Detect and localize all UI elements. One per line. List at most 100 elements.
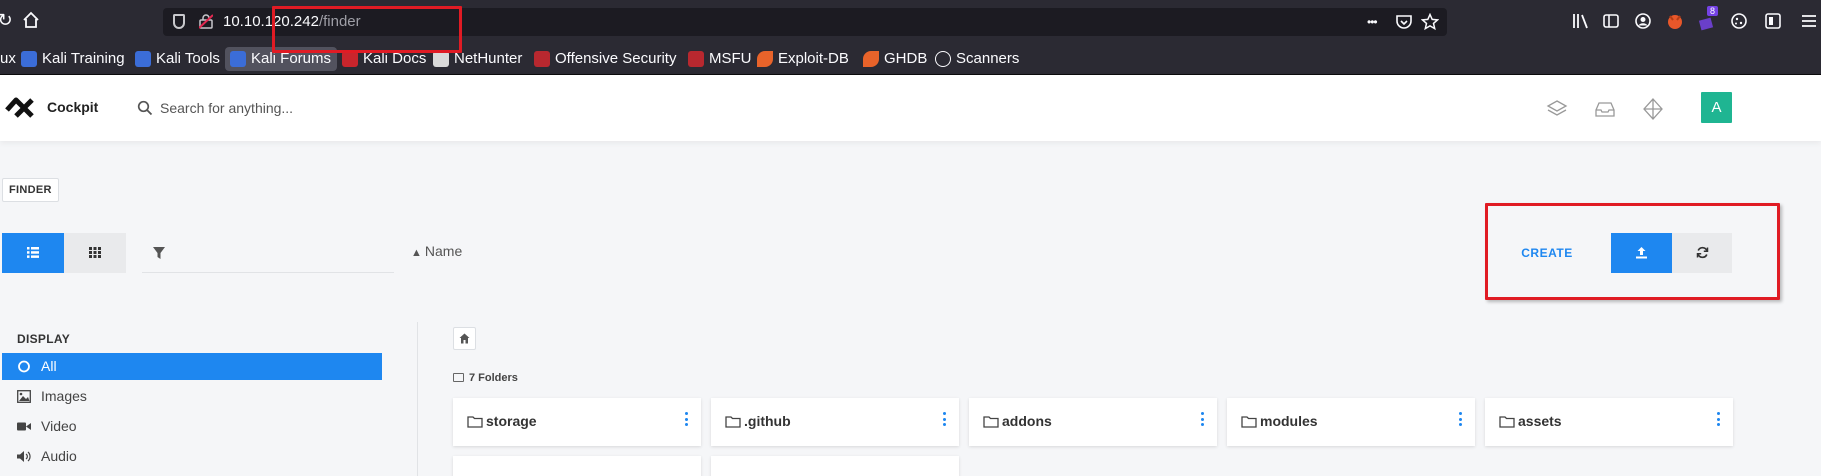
bookmark-kali-docs[interactable]: Kali Docs: [337, 47, 432, 71]
cockpit-logo-icon[interactable]: [4, 95, 36, 121]
folder-icon: [725, 416, 741, 428]
account-icon[interactable]: [1634, 12, 1652, 30]
bookmark-label: Kali Tools: [156, 50, 220, 67]
page-title: FINDER: [2, 178, 59, 202]
list-icon: [27, 247, 39, 258]
folder-icon: [1241, 416, 1257, 428]
folder-menu-icon[interactable]: [683, 412, 689, 430]
sidebar-item-audio[interactable]: Audio: [2, 443, 382, 470]
sidebar-icon[interactable]: [1602, 12, 1620, 30]
network-icon[interactable]: [1641, 97, 1665, 121]
sidebar-item-images[interactable]: Images: [2, 383, 382, 410]
bookmark-label: Kali Docs: [363, 50, 427, 67]
list-view-button[interactable]: [2, 233, 64, 273]
extension-icon[interactable]: 8: [1697, 6, 1719, 31]
kali-dragon-icon: [230, 51, 246, 67]
foxyproxy-icon[interactable]: [1666, 12, 1684, 30]
folder-icon: [1499, 416, 1515, 428]
bookmark-ghdb[interactable]: GHDB: [858, 47, 933, 71]
bookmark-msfu[interactable]: MSFU: [683, 47, 758, 71]
inbox-icon[interactable]: [1593, 97, 1617, 121]
folders-count: 7 Folders: [453, 372, 518, 384]
bookmark-kali-training[interactable]: Kali Training: [16, 47, 131, 71]
folder-menu-icon[interactable]: [941, 412, 947, 430]
folder-menu-icon[interactable]: [1715, 412, 1721, 430]
bookmark-nethunter[interactable]: NetHunter: [428, 47, 528, 71]
sort-by-name[interactable]: ▲︎ Name: [411, 243, 462, 259]
upload-icon: [1636, 247, 1647, 259]
notes-icon[interactable]: [1764, 12, 1782, 30]
grid-view-button[interactable]: [64, 233, 126, 273]
url-text[interactable]: 10.10.120.242/finder: [223, 13, 361, 30]
folder-name: storage: [486, 413, 537, 429]
bookmark-label: Scanners: [956, 50, 1020, 67]
address-bar[interactable]: 10.10.120.242/finder •••: [163, 8, 1447, 36]
layers-icon[interactable]: [1545, 97, 1569, 121]
upload-button[interactable]: [1611, 233, 1672, 273]
tracking-shield-icon[interactable]: [173, 14, 185, 29]
user-avatar[interactable]: A: [1701, 92, 1732, 123]
sort-icon: ▲︎: [411, 247, 422, 259]
folder-card[interactable]: [711, 456, 959, 476]
extension-badge: 8: [1707, 6, 1719, 16]
sidebar-item-label: Video: [41, 418, 77, 434]
sidebar-heading: DISPLAY: [17, 332, 71, 346]
sidebar-item-video[interactable]: Video: [2, 413, 382, 440]
exploit-db-icon: [757, 51, 773, 67]
bookmark-label: Offensive Security: [555, 50, 677, 67]
home-icon[interactable]: [20, 9, 42, 31]
bookmark-exploit-db[interactable]: Exploit-DB: [752, 47, 855, 71]
folder-card[interactable]: [453, 456, 701, 476]
folder-card[interactable]: storage: [453, 398, 701, 446]
offsec-icon: [534, 51, 550, 67]
bookmark-label: Exploit-DB: [778, 50, 849, 67]
sidebar-divider: [417, 322, 418, 476]
bookmark-offensive-security[interactable]: Offensive Security: [529, 47, 682, 71]
folder-card[interactable]: assets: [1485, 398, 1733, 446]
insecure-lock-icon[interactable]: [199, 14, 213, 29]
search-input[interactable]: [160, 96, 560, 120]
folder-menu-icon[interactable]: [1457, 412, 1463, 430]
folder-icon: [467, 416, 483, 428]
folders-count-label: 7 Folders: [469, 372, 518, 384]
breadcrumb-home[interactable]: [453, 327, 476, 350]
bookmark-scanners[interactable]: Scanners: [930, 47, 1025, 71]
kali-dragon-icon: [135, 51, 151, 67]
bookmark-label: MSFU: [709, 50, 752, 67]
url-host: 10.10.120.242: [223, 13, 319, 30]
bookmark-label: Kali Training: [42, 50, 125, 67]
cookie-icon[interactable]: [1730, 12, 1748, 30]
sidebar-item-label: Images: [41, 388, 87, 404]
bookmark-kali-tools[interactable]: Kali Tools: [130, 47, 226, 71]
bookmark-kali-forums[interactable]: Kali Forums: [225, 47, 338, 71]
folder-card[interactable]: addons: [969, 398, 1217, 446]
folder-icon: [983, 416, 999, 428]
filter-input[interactable]: [174, 241, 384, 265]
sort-label: Name: [424, 243, 463, 259]
url-path: /finder: [318, 13, 361, 30]
folder-menu-icon[interactable]: [1199, 412, 1205, 430]
create-button[interactable]: CREATE: [1505, 233, 1589, 273]
browser-toolbar: ↻ 10.10.120.242/finder ••• 8: [0, 0, 1821, 43]
menu-icon[interactable]: [1800, 12, 1818, 30]
bookmark-label: Kali Forums: [251, 50, 332, 67]
reload-icon[interactable]: ↻: [0, 9, 16, 31]
bookmark-label: NetHunter: [454, 50, 523, 67]
library-icon[interactable]: [1572, 12, 1590, 30]
folder-name: modules: [1260, 413, 1318, 429]
folder-name: .github: [744, 413, 791, 429]
video-icon: [17, 422, 31, 431]
refresh-button[interactable]: [1672, 233, 1732, 273]
app-name[interactable]: Cockpit: [47, 99, 98, 115]
page-actions-icon[interactable]: •••: [1367, 15, 1378, 29]
sidebar-item-label: Audio: [41, 448, 77, 464]
pocket-icon[interactable]: [1395, 13, 1413, 31]
filter-icon: [153, 247, 165, 259]
globe-icon: [935, 51, 951, 67]
folder-card[interactable]: .github: [711, 398, 959, 446]
kali-docs-icon: [342, 51, 358, 67]
sidebar-item-all[interactable]: All: [2, 353, 382, 380]
app-header: Cockpit A: [0, 75, 1821, 141]
folder-card[interactable]: modules: [1227, 398, 1475, 446]
bookmark-star-icon[interactable]: [1421, 13, 1439, 31]
